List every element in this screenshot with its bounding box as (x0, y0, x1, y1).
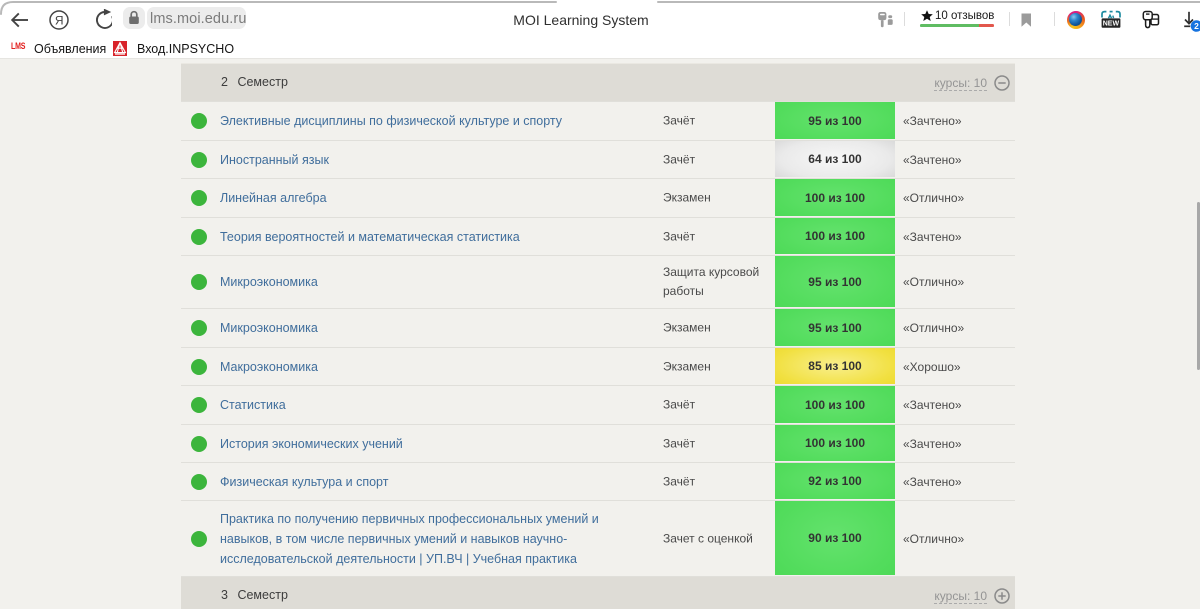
svg-text:Я: Я (55, 13, 64, 27)
svg-text:NEW: NEW (1103, 21, 1120, 28)
svg-text:2: 2 (1194, 21, 1199, 31)
